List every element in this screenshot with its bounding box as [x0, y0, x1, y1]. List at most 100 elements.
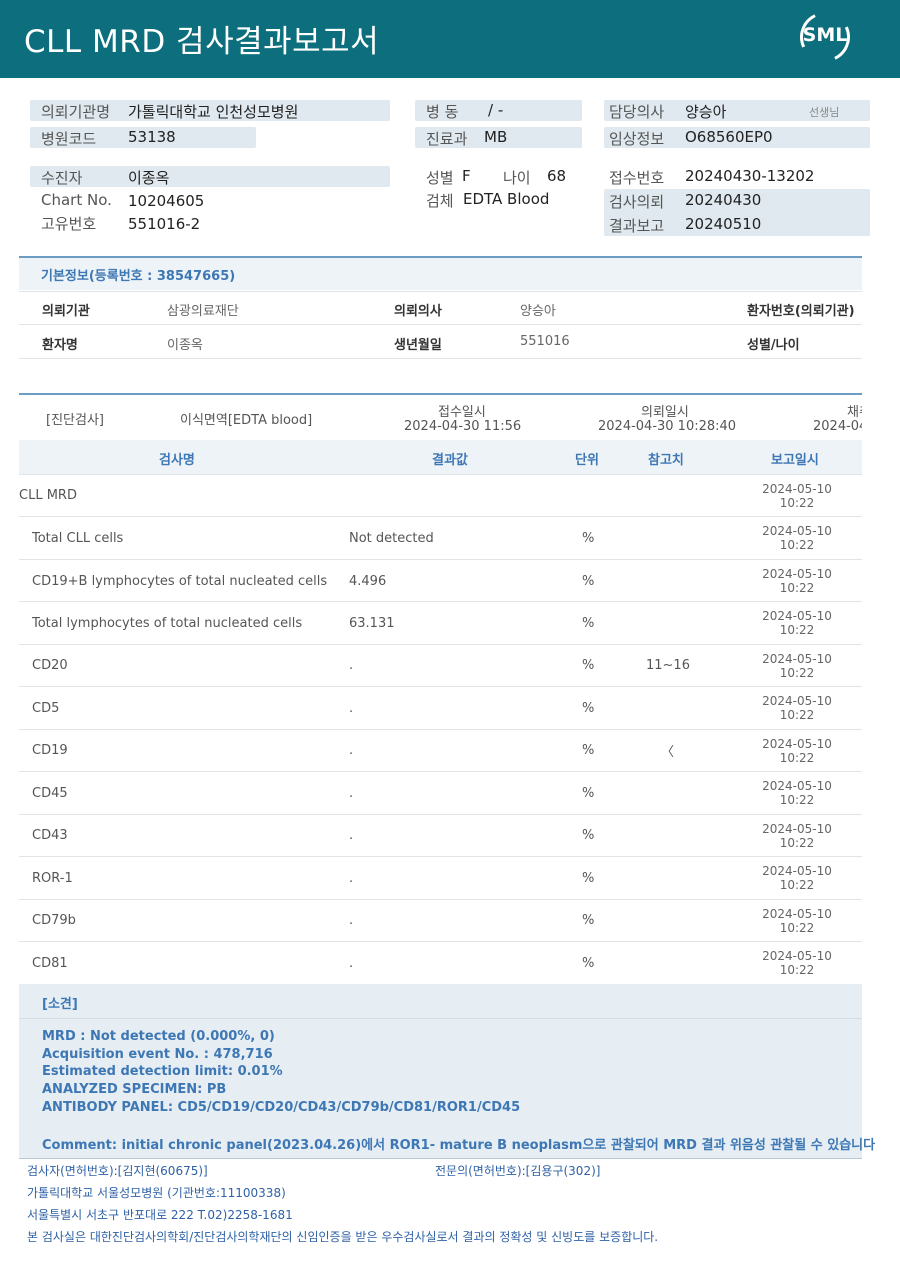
basic-inst-label: 의뢰기관	[42, 304, 90, 319]
age-value: 68	[547, 167, 567, 185]
row-unit: %	[582, 616, 595, 631]
receipt-no-value: 20240430-13202	[685, 167, 815, 185]
report-header: CLL MRD 검사결과보고서 SML	[0, 0, 900, 78]
basic-sexage-label: 성별/나이	[747, 338, 800, 353]
logo-text: SML	[802, 24, 848, 46]
row-divider	[19, 601, 862, 602]
report-title: CLL MRD 검사결과보고서	[24, 24, 380, 60]
ward-label: 병 동	[426, 103, 459, 121]
age-label: 나이	[503, 169, 531, 187]
row-unit: %	[582, 531, 595, 546]
col-ref: 참고치	[648, 453, 684, 468]
footer-tester: 검사자(면허번호):[김지현(60675)]	[27, 1164, 208, 1178]
row-result: .	[349, 743, 354, 758]
row-divider	[19, 516, 862, 517]
row-result: 63.131	[349, 616, 395, 631]
row-unit: %	[582, 871, 595, 886]
remarks-divider	[19, 1018, 862, 1019]
basic-dob-value: 551016	[520, 334, 570, 349]
row-test-name: CD19+B lymphocytes of total nucleated ce…	[32, 574, 328, 589]
remark-line: ANALYZED SPECIMEN: PB	[42, 1082, 227, 1097]
row-date: 2024-05-10 10:22	[762, 864, 832, 892]
diag-receipt-label: 접수일시	[438, 405, 486, 420]
row-date: 2024-05-10 10:22	[762, 949, 832, 977]
row-date: 2024-05-10 10:22	[762, 609, 832, 637]
remarks-title: [소견]	[42, 997, 78, 1012]
header-bottom-line	[19, 474, 862, 475]
dept-value: MB	[484, 128, 508, 146]
receipt-no-label: 접수번호	[609, 169, 665, 187]
basic-pid-label: 환자번호(의뢰기관)	[747, 304, 855, 319]
basic-dob-label: 생년월일	[394, 338, 442, 353]
clinical-value: O68560EP0	[685, 128, 773, 146]
basic-title-bar: 기본정보(등록번호 : 38547665)	[19, 258, 862, 290]
row-test-name: CD43	[32, 828, 68, 843]
basic-title: 기본정보(등록번호 : 38547665)	[41, 269, 236, 284]
uid-label: 고유번호	[41, 215, 97, 233]
basic-pname-value: 이종옥	[167, 338, 203, 353]
remark-line: Estimated detection limit: 0.01%	[42, 1064, 283, 1079]
row-date: 2024-05-10 10:22	[762, 779, 832, 807]
row-test-name: CD45	[32, 786, 68, 801]
row-result: .	[349, 828, 354, 843]
chart-value: 10204605	[128, 192, 205, 210]
row-result: 4.496	[349, 574, 387, 589]
col-result: 결과값	[432, 453, 468, 468]
basic-pname-label: 환자명	[42, 338, 78, 353]
footer-specialist: 전문의(면허번호):[김용구(302)]	[435, 1164, 601, 1178]
row-divider	[19, 644, 862, 645]
row-ref: 〈	[661, 745, 675, 760]
diag-req-label: 의뢰일시	[641, 405, 689, 420]
row-divider	[19, 729, 862, 730]
remarks-header: [소견]	[19, 984, 862, 1018]
basic-line-3	[19, 358, 862, 359]
basic-doc-value: 양승아	[520, 304, 556, 319]
result-label: 결과보고	[609, 217, 665, 235]
row-unit: %	[582, 913, 595, 928]
row-divider	[19, 686, 862, 687]
test-req-label: 검사의뢰	[609, 193, 665, 211]
col-test-name: 검사명	[159, 453, 195, 468]
sml-logo: SML	[792, 4, 858, 70]
basic-inst-value: 삼광의료재단	[167, 304, 239, 319]
specimen-value: EDTA Blood	[463, 190, 550, 208]
doctor-suffix: 선생님	[809, 106, 840, 119]
row-test-name: CD20	[32, 658, 68, 673]
row-result: .	[349, 786, 354, 801]
diag-req-value: 2024-04-30 10:28:40	[598, 419, 737, 434]
diag-method: 이식면역[EDTA blood]	[180, 413, 313, 428]
row-unit: %	[582, 701, 595, 716]
row-date: 2024-05-10 10:22	[762, 907, 832, 935]
row-unit: %	[582, 786, 595, 801]
row-unit: %	[582, 743, 595, 758]
footer-cert: 본 검사실은 대한진단검사의학회/진단검사의학재단의 신임인증을 받은 우수검사…	[27, 1230, 659, 1244]
doctor-value: 양승아	[685, 103, 727, 121]
remarks-bottom-line	[19, 1158, 862, 1159]
diag-top-line	[19, 393, 862, 395]
row-date: 2024-05-10 10:22	[762, 482, 832, 510]
row-result: .	[349, 913, 354, 928]
remark-line: Acquisition event No. : 478,716	[42, 1047, 273, 1062]
sex-value: F	[462, 167, 471, 185]
row-date: 2024-05-10 10:22	[762, 694, 832, 722]
footer-address: 서울특별시 서초구 반포대로 222 T.02)2258-1681	[27, 1208, 293, 1222]
row-test-name: CD5	[32, 701, 60, 716]
row-test-name: CD81	[32, 956, 68, 971]
col-report-date: 보고일시	[771, 453, 819, 468]
hosp-code-label: 병원코드	[41, 130, 97, 148]
basic-line-2	[19, 324, 862, 325]
diag-type: [진단검사]	[46, 413, 104, 428]
col-unit: 단위	[575, 453, 599, 468]
footer-hospital: 가톨릭대학교 서울성모병원 (기관번호:11100338)	[27, 1186, 286, 1200]
row-test-name: ROR-1	[32, 871, 73, 886]
row-test-name: Total CLL cells	[32, 531, 124, 546]
diag-collect-value: 2024-04	[813, 419, 862, 434]
row-date: 2024-05-10 10:22	[762, 737, 832, 765]
row-result: .	[349, 658, 354, 673]
row-divider	[19, 856, 862, 857]
test-req-value: 20240430	[685, 191, 762, 209]
diag-receipt-value: 2024-04-30 11:56	[404, 419, 522, 434]
row-test-name: CLL MRD	[19, 488, 77, 503]
basic-doc-label: 의뢰의사	[394, 304, 442, 319]
row-divider	[19, 559, 862, 560]
